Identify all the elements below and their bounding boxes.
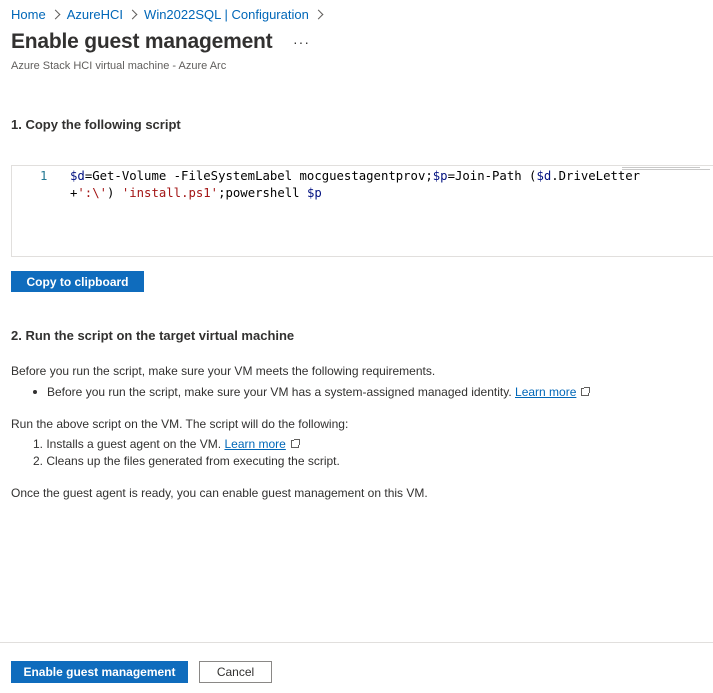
page-title: Enable guest management [11, 30, 273, 53]
chevron-right-icon [127, 9, 138, 20]
outro-text: Once the guest agent is ready, you can e… [11, 486, 428, 500]
learn-more-link[interactable]: Learn more [224, 437, 285, 451]
code-minimap[interactable] [622, 166, 712, 172]
chevron-right-icon [313, 9, 324, 20]
code-token: $p [306, 186, 322, 200]
code-token: $d [536, 169, 552, 183]
enable-guest-management-button[interactable]: Enable guest management [11, 661, 188, 683]
more-options-icon[interactable]: ··· [293, 34, 310, 50]
footer-divider [0, 642, 713, 643]
code-token: =Join-Path ( [447, 169, 537, 183]
code-line-1: $d=Get-Volume -FileSystemLabel mocguesta… [70, 169, 640, 183]
code-token: ;powershell [218, 186, 307, 200]
cancel-button[interactable]: Cancel [199, 661, 272, 683]
run-intro: Run the above script on the VM. The scri… [11, 417, 349, 431]
requirements-intro: Before you run the script, make sure you… [11, 364, 436, 378]
script-code-editor[interactable]: 1 $d=Get-Volume -FileSystemLabel mocgues… [11, 165, 713, 257]
code-token: =Get-Volume -FileSystemLabel mocguestage… [84, 169, 433, 183]
list-item: 1. Installs a guest agent on the VM. Lea… [33, 437, 300, 451]
list-item-text: 1. Installs a guest agent on the VM. [33, 437, 222, 451]
breadcrumb-azurehci[interactable]: AzureHCI [67, 7, 123, 22]
requirement-item: Before you run the script, make sure you… [33, 385, 591, 399]
step1-heading: 1. Copy the following script [11, 117, 181, 132]
copy-to-clipboard-button[interactable]: Copy to clipboard [11, 271, 144, 292]
code-token: ':\' [77, 186, 108, 200]
breadcrumb: Home AzureHCI Win2022SQL | Configuration [11, 7, 330, 22]
chevron-right-icon [50, 9, 61, 20]
page-subtitle: Azure Stack HCI virtual machine - Azure … [11, 60, 227, 72]
code-token: $p [432, 169, 448, 183]
code-token: $d [70, 169, 85, 183]
code-token: ) [107, 186, 122, 200]
bullet-icon [33, 389, 37, 394]
external-link-icon [581, 387, 591, 396]
requirement-text: Before you run the script, make sure you… [47, 385, 512, 399]
step2-heading: 2. Run the script on the target virtual … [11, 328, 295, 343]
code-token: 'install.ps1' [121, 186, 219, 200]
external-link-icon [290, 439, 300, 448]
breadcrumb-home[interactable]: Home [11, 7, 46, 22]
code-line-2: +':\') 'install.ps1';powershell $p [70, 186, 322, 200]
list-item: 2. Cleans up the files generated from ex… [33, 454, 340, 468]
breadcrumb-configuration[interactable]: Win2022SQL | Configuration [144, 7, 309, 22]
line-number: 1 [40, 169, 48, 183]
learn-more-link[interactable]: Learn more [515, 385, 576, 399]
